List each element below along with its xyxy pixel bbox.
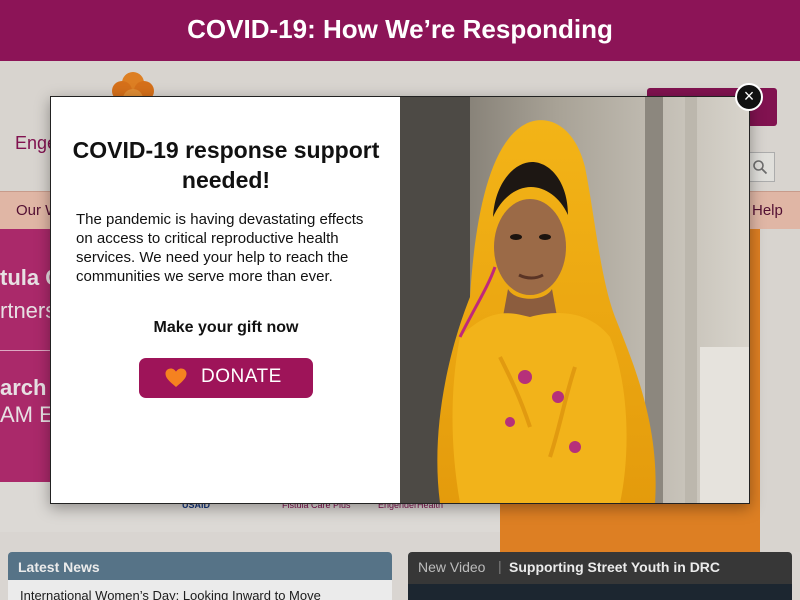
donate-button-label: DONATE xyxy=(201,366,282,387)
heart-icon xyxy=(165,368,187,387)
modal-content: COVID-19 response support needed! The pa… xyxy=(51,97,400,503)
woman-portrait-image xyxy=(400,97,749,503)
modal-cta-text: Make your gift now xyxy=(153,319,299,336)
modal-photo xyxy=(400,97,749,503)
donation-modal: COVID-19 response support needed! The pa… xyxy=(50,96,750,504)
donate-button[interactable]: DONATE xyxy=(139,358,313,398)
modal-heading: COVID-19 response support needed! xyxy=(72,137,380,193)
close-icon[interactable]: × xyxy=(735,83,763,111)
covid-banner[interactable]: COVID-19: How We’re Responding xyxy=(0,0,800,61)
modal-body-text: The pandemic is having devastating effec… xyxy=(76,211,364,285)
